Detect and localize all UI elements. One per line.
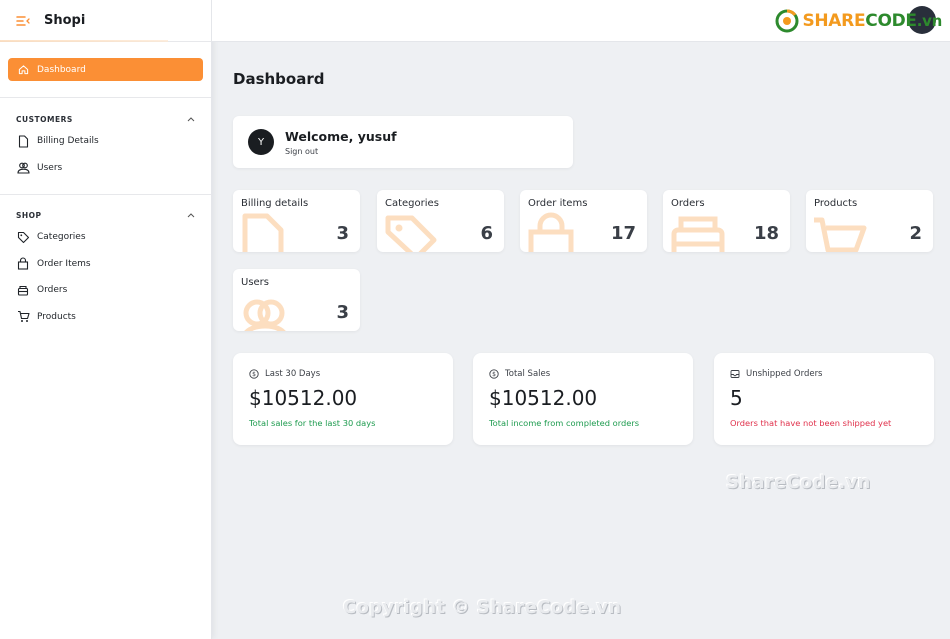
stat-value: 17 <box>610 223 636 244</box>
sidebar-item-label: Billing Details <box>37 136 99 147</box>
topbar: SHARECODE.vn <box>212 0 950 42</box>
stat-value: 3 <box>336 223 349 244</box>
app-title: Shopi <box>44 13 86 28</box>
sidebar-section-shop: SHOP Categories Order Items Orders Produ… <box>0 195 211 330</box>
chevron-up-icon <box>187 116 195 121</box>
welcome-card: Y Welcome, yusuf Sign out <box>233 116 573 168</box>
stat-card-order-items[interactable]: Order items 17 <box>520 190 647 252</box>
sidebar: Shopi Dashboard CUSTOMERS Billing Detail… <box>0 0 212 639</box>
stat-card-users[interactable]: Users 3 <box>233 269 360 331</box>
section-header-shop[interactable]: SHOP <box>16 208 195 222</box>
stat-card-products[interactable]: Products 2 <box>806 190 933 252</box>
sign-out-link[interactable]: Sign out <box>285 147 397 156</box>
card-note: Orders that have not been shipped yet <box>730 418 892 428</box>
box-icon <box>16 283 30 297</box>
stat-card-billing-details[interactable]: Billing details 3 <box>233 190 360 252</box>
logo-text-vn: .vn <box>916 12 943 30</box>
stat-label: Categories <box>385 198 439 209</box>
sidebar-item-orders[interactable]: Orders <box>16 277 195 304</box>
tag-icon <box>385 215 437 252</box>
card-value: $10512.00 <box>489 386 598 410</box>
watermark-center: ShareCode.vn <box>726 472 871 493</box>
stat-label: Products <box>814 198 858 209</box>
stat-label: Orders <box>671 198 705 209</box>
sidebar-item-label: Dashboard <box>37 64 86 75</box>
users-icon <box>243 299 286 331</box>
sidebar-item-order-items[interactable]: Order Items <box>16 251 195 278</box>
stat-value: 6 <box>480 223 493 244</box>
section-title: CUSTOMERS <box>16 114 73 124</box>
logo-mark-icon <box>775 9 799 33</box>
sharecode-logo: SHARECODE.vn <box>775 9 942 33</box>
sidebar-item-label: Users <box>37 162 63 173</box>
sidebar-section-customers: CUSTOMERS Billing Details Users <box>0 98 211 181</box>
section-header-customers[interactable]: CUSTOMERS <box>16 112 195 126</box>
stat-card-orders[interactable]: Orders 18 <box>663 190 790 252</box>
bag-icon <box>528 212 574 252</box>
stat-label: Users <box>241 277 270 288</box>
bag-icon <box>16 257 30 271</box>
card-label: Last 30 Days <box>265 369 321 379</box>
page-title: Dashboard <box>233 70 325 88</box>
sidebar-item-label: Products <box>37 311 76 322</box>
section-title: SHOP <box>16 210 42 220</box>
cart-icon <box>814 217 867 252</box>
svg-text:$: $ <box>252 371 256 378</box>
stat-value: 2 <box>909 223 922 244</box>
logo-text-code: CODE <box>865 11 917 31</box>
sidebar-item-users[interactable]: Users <box>16 155 195 182</box>
sidebar-item-label: Categories <box>37 232 86 243</box>
tag-icon <box>16 230 30 244</box>
card-note: Total income from completed orders <box>489 418 640 428</box>
box-icon <box>671 216 725 252</box>
summary-card-last-30-days: $ Last 30 Days $10512.00 Total sales for… <box>233 353 453 445</box>
welcome-greeting: Welcome, yusuf <box>285 128 397 144</box>
stat-label: Order items <box>528 198 588 209</box>
logo-text-share: SHARE <box>802 11 866 31</box>
card-label: Unshipped Orders <box>746 369 823 379</box>
sidebar-item-dashboard[interactable]: Dashboard <box>8 58 203 81</box>
menu-collapse-icon[interactable] <box>16 15 30 27</box>
card-label: Total Sales <box>505 369 551 379</box>
dollar-icon: $ <box>249 369 259 379</box>
svg-text:$: $ <box>492 371 496 378</box>
card-value: $10512.00 <box>249 386 358 410</box>
users-icon <box>16 161 30 175</box>
summary-card-unshipped-orders: Unshipped Orders 5 Orders that have not … <box>714 353 934 445</box>
stat-label: Billing details <box>241 198 309 209</box>
sidebar-item-billing-details[interactable]: Billing Details <box>16 128 195 155</box>
dollar-icon: $ <box>489 369 499 379</box>
avatar: Y <box>248 129 274 155</box>
summary-card-total-sales: $ Total Sales $10512.00 Total income fro… <box>473 353 693 445</box>
stat-card-categories[interactable]: Categories 6 <box>377 190 504 252</box>
card-value: 5 <box>730 386 743 410</box>
sidebar-item-label: Order Items <box>37 258 91 269</box>
sidebar-item-categories[interactable]: Categories <box>16 224 195 251</box>
sidebar-item-label: Orders <box>37 285 68 296</box>
watermark-bottom: Copyright © ShareCode.vn <box>343 597 622 618</box>
file-icon <box>16 134 30 148</box>
chevron-up-icon <box>187 212 195 217</box>
file-icon <box>242 213 284 252</box>
stat-value: 18 <box>753 223 779 244</box>
brand: Shopi <box>0 0 211 42</box>
sidebar-item-products[interactable]: Products <box>16 304 195 331</box>
cart-icon <box>16 310 30 324</box>
inbox-icon <box>730 370 740 378</box>
card-note: Total sales for the last 30 days <box>249 418 376 428</box>
stat-value: 3 <box>336 302 349 323</box>
home-icon <box>18 65 29 75</box>
